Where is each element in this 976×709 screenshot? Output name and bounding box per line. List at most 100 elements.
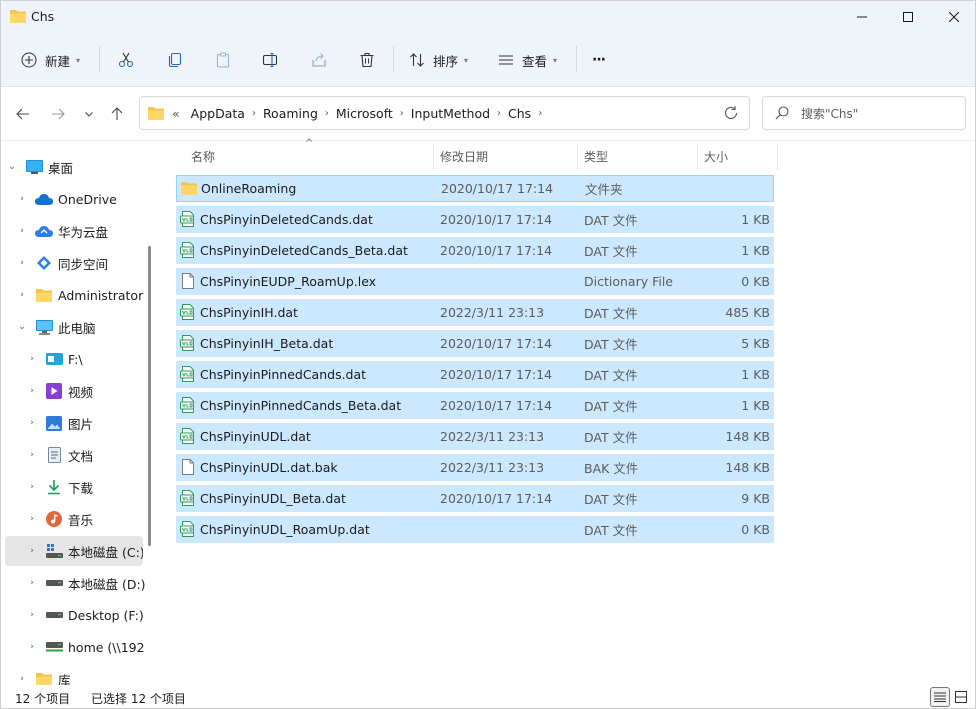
sidebar-item-f-drive[interactable]: › F:\ <box>25 344 159 374</box>
back-button[interactable] <box>13 104 33 124</box>
rename-button[interactable] <box>262 46 278 74</box>
maximize-button[interactable] <box>885 1 931 33</box>
drive-icon <box>45 351 63 367</box>
chevron-right-icon[interactable]: › <box>400 108 404 119</box>
sidebar-item-pictures[interactable]: › 图片 <box>25 408 159 438</box>
clipboard-icon <box>216 52 230 68</box>
up-button[interactable] <box>107 104 127 124</box>
close-button[interactable] <box>931 1 975 33</box>
sidebar-item-documents[interactable]: › 文档 <box>25 440 159 470</box>
file-name: ChsPinyinUDL.dat <box>200 429 311 444</box>
chevron-right-icon[interactable]: › <box>538 108 542 119</box>
more-options-button[interactable]: ··· <box>592 46 606 74</box>
chevron-right-icon[interactable]: › <box>25 482 39 492</box>
chevron-right-icon[interactable]: › <box>15 258 29 268</box>
chevron-right-icon[interactable]: › <box>15 226 29 236</box>
chevron-down-icon[interactable]: ⌄ <box>15 322 29 332</box>
file-row[interactable]: ChsPinyinUDL.dat.bak 2022/3/11 23:13 BAK 文… <box>176 454 774 481</box>
file-size: 1 KB <box>741 398 770 413</box>
sidebar-item-administrator[interactable]: › Administrator <box>15 280 151 310</box>
sidebar-item-libraries[interactable]: › 库 <box>15 664 151 685</box>
chevron-right-icon[interactable]: › <box>25 514 39 524</box>
chevron-right-icon[interactable]: › <box>25 386 39 396</box>
file-row[interactable]: ChsPinyinDeletedCands_Beta.dat 2020/10/17… <box>176 237 774 264</box>
dat-file-icon <box>180 428 196 444</box>
column-header-date[interactable]: 修改日期 <box>434 142 577 170</box>
breadcrumb-item[interactable]: InputMethod <box>411 106 490 121</box>
folder-icon <box>35 287 53 303</box>
breadcrumb-item[interactable]: Microsoft <box>336 106 393 121</box>
sidebar-item-this-pc[interactable]: ⌄ 此电脑 <box>15 312 151 342</box>
sort-button[interactable]: 排序 ▾ <box>409 46 468 74</box>
search-box[interactable]: 搜索"Chs" <box>762 96 966 130</box>
sidebar-item-music[interactable]: › 音乐 <box>25 504 159 534</box>
file-row[interactable]: ChsPinyinPinnedCands.dat 2020/10/17 17:14… <box>176 361 774 388</box>
breadcrumb-item[interactable]: Roaming <box>263 106 318 121</box>
chevron-right-icon[interactable]: › <box>252 108 256 119</box>
chevron-right-icon[interactable]: › <box>497 108 501 119</box>
chevron-right-icon[interactable]: › <box>325 108 329 119</box>
file-modified-date: 2020/10/17 17:14 <box>440 336 553 351</box>
sidebar-item-onedrive[interactable]: › OneDrive <box>15 184 151 214</box>
chevron-right-icon[interactable]: › <box>25 642 39 652</box>
copy-button[interactable] <box>167 46 183 74</box>
chevron-right-icon[interactable]: › <box>25 418 39 428</box>
navigation-bar: « AppData › Roaming › Microsoft › InputM… <box>1 87 975 141</box>
recent-locations-button[interactable] <box>79 104 99 124</box>
file-icon <box>180 459 196 475</box>
chevron-right-icon[interactable]: › <box>15 674 29 684</box>
view-button[interactable]: 查看 ▾ <box>498 46 557 74</box>
delete-button[interactable] <box>359 46 375 74</box>
forward-button[interactable] <box>48 104 68 124</box>
file-row[interactable]: ChsPinyinPinnedCands_Beta.dat 2020/10/17 … <box>176 392 774 419</box>
sidebar-scrollbar[interactable] <box>148 246 151 546</box>
minimize-icon <box>857 16 867 18</box>
sidebar-item-downloads[interactable]: › 下载 <box>25 472 159 502</box>
selected-count: 已选择 12 个项目 <box>91 692 186 706</box>
new-button[interactable]: 新建 ▾ <box>21 46 80 74</box>
chevron-right-icon[interactable]: › <box>15 290 29 300</box>
file-row[interactable]: ChsPinyinUDL.dat 2022/3/11 23:13 DAT 文件 148… <box>176 423 774 450</box>
column-header-name[interactable]: 名称 <box>185 142 433 170</box>
sidebar-item-network-home[interactable]: › home (\\192 <box>25 632 159 662</box>
search-input[interactable]: 搜索"Chs" <box>801 105 858 122</box>
sidebar-item-desktop[interactable]: ⌄ 桌面 <box>5 152 141 182</box>
chevron-right-icon[interactable]: › <box>25 450 39 460</box>
refresh-icon[interactable] <box>723 105 739 121</box>
tiles-view-button[interactable] <box>951 687 971 707</box>
file-row[interactable]: ChsPinyinIH.dat 2022/3/11 23:13 DAT 文件 485 … <box>176 299 774 326</box>
chevron-right-icon[interactable]: › <box>15 194 29 204</box>
sidebar-item-videos[interactable]: › 视频 <box>25 376 159 406</box>
file-row[interactable]: ChsPinyinDeletedCands.dat 2020/10/17 17:1… <box>176 206 774 233</box>
chevron-down-icon[interactable]: ⌄ <box>5 162 19 172</box>
share-button[interactable] <box>311 46 327 74</box>
sidebar-item-sync-space[interactable]: › 同步空间 <box>15 248 151 278</box>
paste-button[interactable] <box>215 46 231 74</box>
chevron-right-icon[interactable]: › <box>25 354 39 364</box>
sidebar-item-desktop-f[interactable]: › Desktop (F:) <box>25 600 159 630</box>
address-bar[interactable]: « AppData › Roaming › Microsoft › InputM… <box>139 96 750 130</box>
new-label: 新建 <box>45 53 71 69</box>
column-header-label: 大小 <box>704 149 729 164</box>
chevron-right-icon[interactable]: › <box>25 546 39 556</box>
sidebar-item-local-disk-d[interactable]: › 本地磁盘 (D:) <box>25 568 159 598</box>
file-row[interactable]: ChsPinyinEUDP_RoamUp.lex Dictionary File 0… <box>176 268 774 295</box>
file-row[interactable]: OnlineRoaming 2020/10/17 17:14 文件夹 <box>176 175 774 202</box>
breadcrumb-item[interactable]: Chs <box>508 106 531 121</box>
chevron-right-icon[interactable]: › <box>25 610 39 620</box>
column-header-size[interactable]: 大小 <box>698 142 778 170</box>
sidebar-item-huawei-cloud[interactable]: › 华为云盘 <box>15 216 151 246</box>
file-row[interactable]: ChsPinyinUDL_RoamUp.dat DAT 文件 0 KB <box>176 516 774 543</box>
sidebar-item-local-disk-c[interactable]: › 本地磁盘 (C:) <box>5 536 143 566</box>
minimize-button[interactable] <box>839 1 885 33</box>
file-row[interactable]: ChsPinyinIH_Beta.dat 2020/10/17 17:14 DAT … <box>176 330 774 357</box>
column-divider[interactable] <box>777 144 778 170</box>
chevron-right-icon[interactable]: › <box>25 578 39 588</box>
details-view-button[interactable] <box>930 687 950 707</box>
cut-button[interactable] <box>118 46 134 74</box>
breadcrumb-overflow[interactable]: « <box>172 106 180 121</box>
column-header-type[interactable]: 类型 <box>578 142 697 170</box>
file-name: OnlineRoaming <box>201 181 297 196</box>
file-row[interactable]: ChsPinyinUDL_Beta.dat 2020/10/17 17:14 DAT… <box>176 485 774 512</box>
breadcrumb-item[interactable]: AppData <box>191 106 245 121</box>
